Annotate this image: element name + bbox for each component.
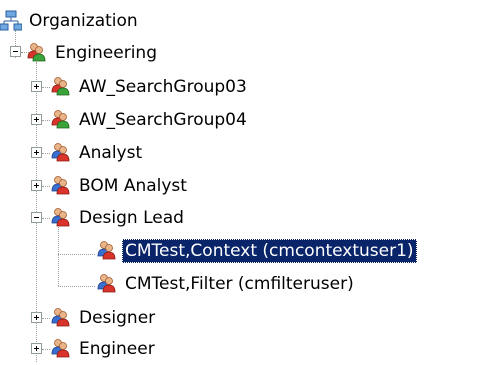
- tree-node-designer[interactable]: Designer: [50, 303, 158, 333]
- tree-connector: [42, 120, 50, 121]
- expand-toggle[interactable]: [31, 312, 42, 323]
- organization-tree[interactable]: Organization Engineering AW_SearchGroup0…: [0, 0, 498, 365]
- tree-connector: [58, 286, 95, 287]
- tree-node-label: Engineering: [55, 43, 157, 63]
- tree-node-cmtest-filter[interactable]: CMTest,Filter (cmfilteruser): [96, 269, 357, 299]
- role-icon: [50, 338, 72, 360]
- tree-node-aw-searchgroup04[interactable]: AW_SearchGroup04: [50, 105, 250, 135]
- collapse-toggle[interactable]: [31, 212, 42, 223]
- tree-node-engineer[interactable]: Engineer: [50, 334, 158, 364]
- role-icon: [50, 207, 72, 229]
- tree-connector: [42, 318, 50, 319]
- expand-toggle[interactable]: [31, 180, 42, 191]
- tree-node-bom-analyst[interactable]: BOM Analyst: [50, 171, 190, 201]
- expand-toggle[interactable]: [31, 81, 42, 92]
- tree-node-label: BOM Analyst: [79, 176, 187, 196]
- expand-toggle[interactable]: [31, 114, 42, 125]
- group-icon: [50, 109, 72, 131]
- tree-connector: [42, 186, 50, 187]
- tree-node-label: Design Lead: [79, 208, 184, 228]
- tree-node-analyst[interactable]: Analyst: [50, 138, 145, 168]
- tree-node-label: Organization: [29, 11, 138, 31]
- user-icon: [96, 273, 118, 295]
- tree-root-organization[interactable]: Organization: [0, 6, 141, 36]
- tree-node-label: Designer: [79, 308, 156, 328]
- role-icon: [50, 307, 72, 329]
- role-icon: [50, 175, 72, 197]
- user-icon: [96, 240, 118, 262]
- tree-node-label: AW_SearchGroup03: [79, 77, 247, 97]
- tree-connector: [42, 87, 50, 88]
- collapse-toggle[interactable]: [10, 46, 21, 57]
- tree-node-cmtest-context[interactable]: CMTest,Context (cmcontextuser1): [96, 236, 417, 266]
- group-icon: [50, 76, 72, 98]
- tree-node-design-lead[interactable]: Design Lead: [50, 203, 187, 233]
- tree-node-label: AW_SearchGroup04: [79, 110, 247, 130]
- tree-node-label: Analyst: [79, 143, 143, 163]
- organization-icon: [0, 10, 22, 32]
- tree-connector: [42, 153, 50, 154]
- tree-node-label: Engineer: [79, 339, 155, 359]
- tree-node-label: CMTest,Context (cmcontextuser1): [122, 239, 417, 263]
- tree-connector: [58, 254, 59, 286]
- tree-node-label: CMTest,Filter (cmfilteruser): [125, 274, 354, 294]
- expand-toggle[interactable]: [31, 343, 42, 354]
- group-icon: [26, 42, 48, 64]
- tree-node-engineering[interactable]: Engineering: [26, 38, 160, 68]
- tree-connector: [58, 254, 95, 255]
- role-icon: [50, 142, 72, 164]
- tree-connector: [42, 218, 50, 219]
- expand-toggle[interactable]: [31, 147, 42, 158]
- tree-node-aw-searchgroup03[interactable]: AW_SearchGroup03: [50, 72, 250, 102]
- tree-connector: [42, 349, 50, 350]
